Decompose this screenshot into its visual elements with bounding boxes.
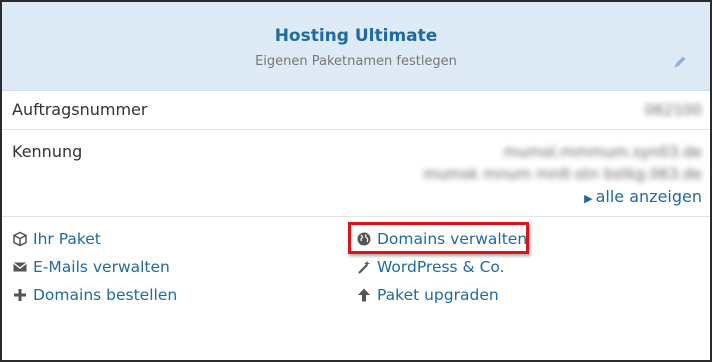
caret-right-icon: ▶ bbox=[584, 192, 593, 205]
plus-icon bbox=[14, 289, 26, 301]
upgrade-package-link[interactable]: Paket upgraden bbox=[356, 286, 499, 304]
login-value-2: mumsk mnum mnlt-stn bstkg.063.de bbox=[423, 165, 702, 183]
divider bbox=[2, 216, 710, 217]
wordpress-link[interactable]: WordPress & Co. bbox=[356, 258, 505, 276]
magic-wand-icon bbox=[358, 260, 370, 274]
divider bbox=[2, 129, 710, 130]
package-card: Hosting Ultimate Eigenen Paketnamen fest… bbox=[0, 0, 712, 362]
package-header: Hosting Ultimate Eigenen Paketnamen fest… bbox=[2, 2, 710, 91]
wordpress-label: WordPress & Co. bbox=[377, 258, 505, 276]
order-domains-link[interactable]: Domains bestellen bbox=[12, 286, 177, 304]
package-title: Hosting Ultimate bbox=[274, 26, 438, 46]
manage-emails-link[interactable]: E-Mails verwalten bbox=[12, 258, 170, 276]
order-domains-label: Domains bestellen bbox=[33, 286, 178, 304]
show-all-label: alle anzeigen bbox=[595, 187, 702, 206]
your-package-label: Ihr Paket bbox=[33, 230, 101, 248]
order-number-label: Auftragsnummer bbox=[12, 100, 148, 119]
highlight-box bbox=[348, 222, 529, 254]
show-all-link[interactable]: ▶ alle anzeigen bbox=[584, 187, 702, 206]
arrow-up-icon bbox=[358, 288, 370, 302]
login-label: Kennung bbox=[12, 142, 83, 161]
order-number-value: 062100 bbox=[644, 101, 702, 119]
pencil-icon[interactable] bbox=[672, 54, 688, 70]
manage-emails-label: E-Mails verwalten bbox=[33, 258, 170, 276]
envelope-icon bbox=[13, 262, 27, 272]
package-icon bbox=[13, 231, 27, 247]
login-value-1: mumol.mmmum.syn03.de bbox=[503, 143, 702, 161]
upgrade-package-label: Paket upgraden bbox=[377, 286, 499, 304]
package-name-hint[interactable]: Eigenen Paketnamen festlegen bbox=[2, 54, 710, 69]
your-package-link[interactable]: Ihr Paket bbox=[12, 230, 101, 248]
